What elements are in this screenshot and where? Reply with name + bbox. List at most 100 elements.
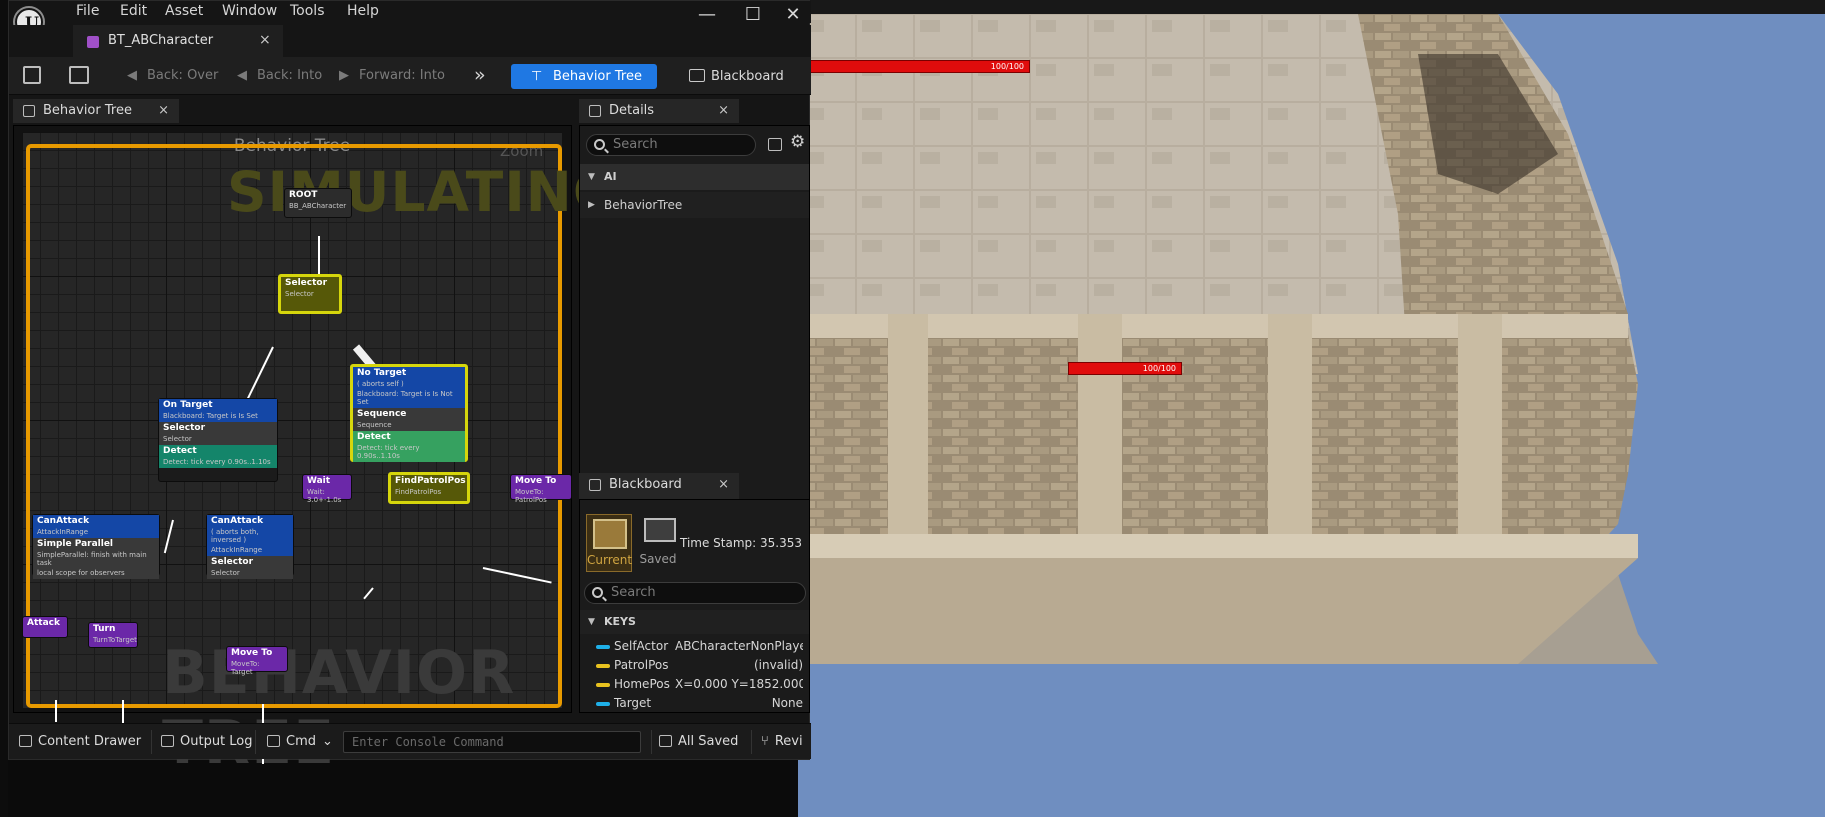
behavior-tree-mode-label: Behavior Tree: [553, 69, 642, 84]
behavior-tree-graph[interactable]: Behavior Tree Zoom SIMULATING BEHAVIOR T…: [22, 132, 618, 778]
on-target-detect-service[interactable]: Detect Detect: tick every 0.90s..1.10s: [159, 445, 277, 468]
turn-task-node[interactable]: Turn TurnToTarget: [88, 622, 138, 648]
tab-blackboard-label: Blackboard: [609, 477, 682, 492]
toolbar: ◀ Back: Over ◀ Back: Into ▶ Forward: Into »…: [9, 57, 811, 95]
row-behavior-tree-label: BehaviorTree: [604, 198, 683, 212]
on-target-node[interactable]: On Target Blackboard: Target is Is Set S…: [158, 398, 278, 482]
edge: [55, 700, 57, 722]
blackboard-key-row[interactable]: Target None: [580, 694, 809, 713]
blackboard-key-row[interactable]: PatrolPos (invalid): [580, 656, 809, 675]
details-panel: Search ⚙ ▼ AI ▶ BehaviorTree: [579, 125, 810, 510]
selector-sub: Selector: [285, 290, 314, 298]
simple-parallel-composite[interactable]: Simple Parallel SimpleParallel: finish w…: [33, 538, 159, 579]
no-target-sub: Blackboard: Target is Is Not Set: [357, 390, 453, 406]
simple-parallel-sub-1: SimpleParallel: finish with main task: [37, 551, 147, 567]
selector-composite-2[interactable]: Selector Selector: [207, 556, 293, 579]
object-key-icon: [596, 702, 610, 706]
cmd-dropdown[interactable]: Cmd ⌄: [267, 732, 333, 752]
blackboard-saved-icon: [644, 518, 676, 542]
output-log-label: Output Log: [180, 734, 253, 749]
can-attack-1-title: CanAttack: [37, 516, 90, 526]
close-panel-icon[interactable]: ×: [158, 99, 169, 123]
category-ai[interactable]: ▼ AI: [580, 164, 809, 190]
tree-icon: ⊤: [531, 69, 543, 84]
move-to-target-title: Move To: [231, 648, 273, 658]
saved-snapshot-button[interactable]: Saved: [636, 514, 682, 572]
blackboard-key-row[interactable]: HomePos X=0.000 Y=1852.000 Z: [580, 675, 809, 694]
sequence-title: Sequence: [357, 409, 407, 419]
row-behavior-tree[interactable]: ▶ BehaviorTree: [580, 192, 809, 218]
document-tab-bt-abcharacter[interactable]: BT_ABCharacter ×: [73, 25, 283, 57]
back-over-button[interactable]: ◀ Back: Over: [127, 65, 218, 87]
forward-into-button[interactable]: ▶ Forward: Into: [339, 65, 445, 87]
vector-key-icon: [596, 664, 610, 668]
sequence-composite[interactable]: Sequence Sequence: [353, 408, 465, 431]
close-tab-icon[interactable]: ×: [259, 32, 271, 48]
details-search-input[interactable]: Search: [586, 134, 756, 156]
can-attack-node-2[interactable]: CanAttack ( aborts both, inversed ) Atta…: [206, 514, 294, 579]
root-node[interactable]: ROOT BB_ABCharacter: [284, 188, 352, 218]
attack-task-node[interactable]: Attack: [22, 616, 68, 638]
blackboard-icon: [689, 69, 705, 82]
menu-edit[interactable]: Edit: [120, 1, 147, 21]
blackboard-search-input[interactable]: Search: [584, 582, 806, 604]
overflow-chevron-icon[interactable]: »: [474, 64, 486, 86]
output-log-button[interactable]: Output Log: [161, 732, 253, 752]
console-command-input[interactable]: Enter Console Command: [343, 731, 641, 753]
tab-blackboard[interactable]: Blackboard ×: [579, 473, 739, 499]
time-stamp: Time Stamp: 35.353: [680, 536, 803, 550]
content-drawer-label: Content Drawer: [38, 734, 142, 749]
game-viewport[interactable]: 100/100 100/100: [798, 0, 1825, 817]
revision-label: Revi: [774, 734, 803, 749]
can-attack-node-1[interactable]: CanAttack AttackInRange Simple Parallel …: [32, 514, 160, 579]
blackboard-search-placeholder: Search: [611, 585, 656, 600]
back-into-button[interactable]: ◀ Back: Into: [237, 65, 322, 87]
chevron-down-icon: ▼: [588, 617, 595, 627]
keys-header[interactable]: ▼ KEYS: [580, 610, 809, 634]
content-drawer-button[interactable]: Content Drawer: [19, 732, 141, 752]
revision-control-button[interactable]: ⑂ Revi: [761, 732, 803, 752]
no-target-decorator[interactable]: No Target ( aborts self ) Blackboard: Ta…: [353, 367, 465, 408]
wait-task-node[interactable]: Wait Wait: 3.0+-1.0s: [302, 474, 352, 504]
blackboard-current-icon: [593, 519, 627, 549]
save-icon[interactable]: [23, 66, 41, 84]
grid-view-icon[interactable]: [768, 138, 782, 151]
settings-gear-icon[interactable]: ⚙: [790, 132, 805, 152]
move-to-patrol-node[interactable]: Move To MoveTo: PatrolPos: [510, 474, 572, 504]
all-saved-button[interactable]: All Saved: [659, 732, 738, 752]
simple-parallel-sub-2: local scope for observers: [37, 569, 125, 577]
move-to-target-node[interactable]: Move To MoveTo: Target: [226, 646, 288, 676]
behavior-tree-mode-button[interactable]: ⊤ Behavior Tree: [511, 64, 657, 89]
current-snapshot-button[interactable]: Current: [586, 514, 632, 572]
on-target-decorator[interactable]: On Target Blackboard: Target is Is Set: [159, 399, 277, 422]
tab-behavior-tree[interactable]: Behavior Tree ×: [13, 99, 179, 123]
health-text: 100/100: [990, 62, 1024, 71]
find-patrol-pos-node[interactable]: FindPatrolPos FindPatrolPos: [388, 472, 470, 504]
close-panel-icon[interactable]: ×: [718, 99, 729, 123]
no-target-title: No Target: [357, 368, 407, 378]
move-to-target-sub: MoveTo: Target: [231, 660, 260, 676]
no-target-node[interactable]: No Target ( aborts self ) Blackboard: Ta…: [350, 364, 468, 462]
browse-asset-icon[interactable]: [69, 66, 89, 84]
blackboard-mode-button[interactable]: Blackboard: [681, 64, 803, 89]
blackboard-key-row[interactable]: SelfActor ABCharacterNonPlaye: [580, 637, 809, 656]
chevron-down-icon: ⌄: [322, 734, 333, 749]
blackboard-icon: [589, 479, 601, 491]
menu-asset[interactable]: Asset: [165, 1, 203, 21]
can-attack-1-sub: AttackInRange: [37, 528, 89, 536]
menu-file[interactable]: File: [76, 1, 99, 21]
on-target-selector[interactable]: Selector Selector: [159, 422, 277, 445]
no-target-detect-service[interactable]: Detect Detect: tick every 0.90s..1.10s: [353, 431, 465, 462]
menu-help[interactable]: Help: [347, 1, 379, 21]
can-attack-2-title: CanAttack: [211, 516, 264, 526]
close-panel-icon[interactable]: ×: [718, 473, 729, 497]
menu-tools[interactable]: Tools: [290, 1, 325, 21]
can-attack-decorator-1[interactable]: CanAttack AttackInRange: [33, 515, 159, 538]
blackboard-panel: Current Saved Time Stamp: 35.353 Search …: [579, 499, 810, 713]
selector-node-main[interactable]: Selector Selector: [278, 274, 342, 314]
tab-details[interactable]: Details ×: [579, 99, 739, 123]
menu-window[interactable]: Window: [222, 1, 277, 21]
details-icon: [589, 105, 601, 117]
tab-behavior-tree-label: Behavior Tree: [43, 103, 132, 118]
can-attack-decorator-2[interactable]: CanAttack ( aborts both, inversed ) Atta…: [207, 515, 293, 556]
